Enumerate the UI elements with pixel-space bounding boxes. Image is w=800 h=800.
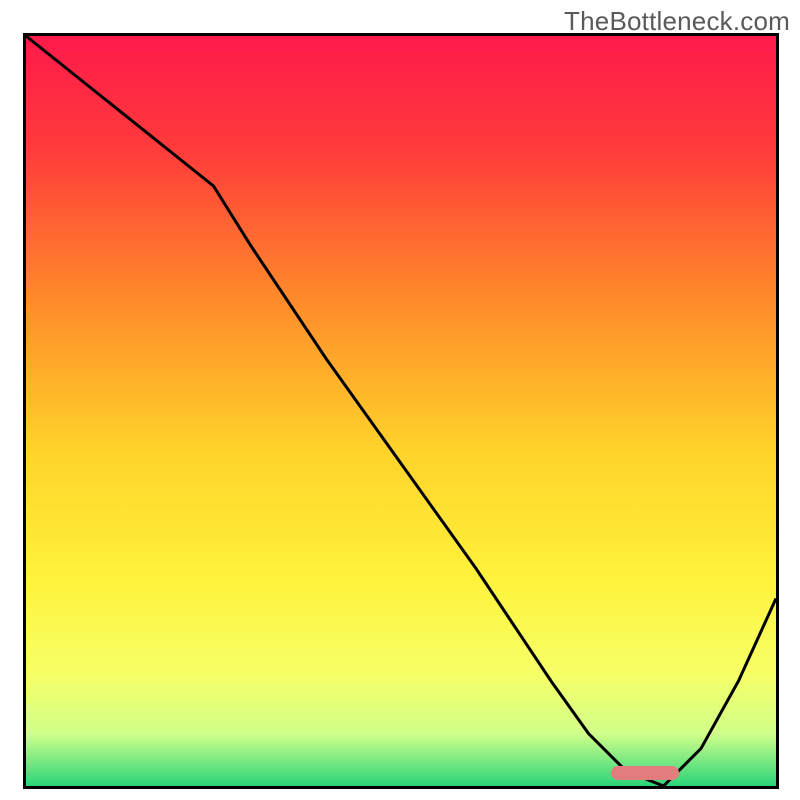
optimum-marker [611, 766, 679, 780]
plot-area [23, 33, 779, 789]
plot-svg [26, 36, 776, 786]
heat-background [26, 36, 776, 786]
chart-frame: TheBottleneck.com [0, 0, 800, 800]
